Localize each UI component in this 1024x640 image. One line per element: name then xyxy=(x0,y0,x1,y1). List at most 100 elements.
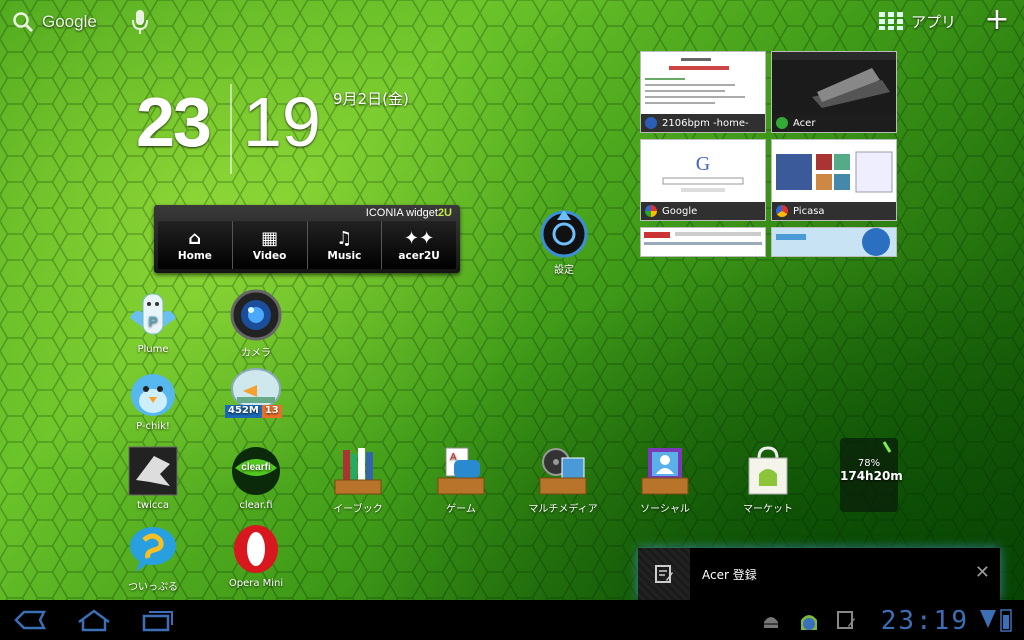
android-debug-icon[interactable] xyxy=(760,610,782,636)
globe-icon xyxy=(645,117,657,129)
settings-shortcut[interactable]: 設定 xyxy=(537,206,591,276)
browser-thumb-2106bpm[interactable]: 2106bpm -home- xyxy=(640,51,766,133)
browser-thumb-yahoo[interactable] xyxy=(640,227,766,257)
app-label: Plume xyxy=(137,344,169,355)
twicca-bird-icon xyxy=(128,446,178,496)
app-p-chik[interactable]: P-chik! xyxy=(113,365,193,432)
count-badge: 13 xyxy=(261,405,282,418)
app-label: イーブック xyxy=(333,504,383,515)
settings-icon xyxy=(540,210,588,258)
clearfi-icon: clearfi xyxy=(232,447,280,495)
notification-acer-registration[interactable]: Acer 登録 ✕ xyxy=(638,548,1000,600)
market-bag-icon xyxy=(748,446,788,495)
bluebird-icon xyxy=(131,374,175,416)
app-label: P-chik! xyxy=(136,421,170,432)
games-folder-icon: A xyxy=(437,447,485,495)
page-preview xyxy=(641,52,765,114)
google-search-button[interactable]: Google xyxy=(12,8,97,36)
app-twicca[interactable]: twicca xyxy=(113,444,193,511)
iconia-brand-prefix: ICONIA widget xyxy=(365,207,438,219)
thumb-title: Google xyxy=(662,205,698,217)
page-preview xyxy=(641,228,765,256)
app-label: ソーシャル xyxy=(640,504,690,515)
app-twipple[interactable]: ついっぷる xyxy=(113,522,193,593)
app-label: ついっぷる xyxy=(128,582,178,593)
iconia-video-label: Video xyxy=(252,250,287,262)
thumb-title: 2106bpm -home- xyxy=(662,117,749,129)
iconia-acer2u-label: acer2U xyxy=(398,250,440,262)
app-camera[interactable]: カメラ xyxy=(216,288,296,359)
clearfi-logo-text: clearfi xyxy=(241,462,271,473)
google-favicon-icon xyxy=(645,205,657,217)
wifi-signal-icon[interactable] xyxy=(980,610,996,634)
plume-p-glyph: P xyxy=(148,313,157,329)
clock-hour: 23 xyxy=(136,83,212,161)
picasa-favicon-icon xyxy=(776,205,788,217)
music-note-icon: ♫ xyxy=(336,228,353,249)
apps-label: アプリ xyxy=(910,12,956,31)
browser-thumb-picasa[interactable]: Picasa xyxy=(771,139,897,221)
camera-lens-icon xyxy=(230,289,282,341)
app-aquarium[interactable]: 452M 13 xyxy=(216,365,296,421)
home-icon: ⌂ xyxy=(188,228,202,249)
apps-button[interactable]: アプリ xyxy=(878,8,956,34)
iconia-music-button[interactable]: ♫ Music xyxy=(308,221,383,269)
battery-time: 174h20m xyxy=(840,469,903,483)
memory-badge: 452M xyxy=(225,405,262,418)
recent-apps-icon xyxy=(142,611,173,632)
app-plume[interactable]: P Plume xyxy=(113,288,193,355)
microphone-icon xyxy=(132,10,148,34)
page-preview: G xyxy=(641,140,765,202)
page-preview xyxy=(772,228,896,256)
browser-thumb-acer[interactable]: Acer xyxy=(771,51,897,133)
iconia-home-button[interactable]: ⌂ Home xyxy=(158,221,233,269)
notification-icon-area xyxy=(638,548,690,600)
film-icon: ▦ xyxy=(261,228,279,249)
battery-arc-icon xyxy=(882,441,892,453)
app-grid-icon xyxy=(878,12,903,30)
folder-multimedia[interactable]: マルチメディア xyxy=(523,444,603,515)
app-opera-mini[interactable]: Opera Mini xyxy=(216,522,296,589)
app-label: マーケット xyxy=(743,504,793,515)
browser-thumb-twitter[interactable] xyxy=(771,227,897,257)
folder-ebook[interactable]: イーブック xyxy=(318,444,398,515)
app-label: twicca xyxy=(136,500,169,511)
system-bar: 23:19 xyxy=(0,600,1024,640)
folder-games[interactable]: A ゲーム xyxy=(421,444,501,515)
iconia-acer2u-button[interactable]: ✦✦ acer2U xyxy=(382,221,456,269)
clock-date: 9月2日(金) xyxy=(333,90,409,108)
notification-clipboard-icon[interactable] xyxy=(836,610,856,634)
recent-apps-button[interactable] xyxy=(140,608,176,632)
browser-thumb-google[interactable]: G Google xyxy=(640,139,766,221)
clock-minute: 19 xyxy=(243,83,321,161)
app-market[interactable]: マーケット xyxy=(728,444,808,515)
thumb-title: Picasa xyxy=(793,205,825,217)
twipple-bubble-icon xyxy=(130,527,176,572)
settings-label: 設定 xyxy=(554,265,574,276)
plus-icon: + xyxy=(984,2,1010,37)
stars-icon: ✦✦ xyxy=(404,228,435,249)
system-clock[interactable]: 23:19 xyxy=(881,606,969,636)
iconia-music-label: Music xyxy=(327,250,362,262)
iconia-widget: ICONIA widget2U ⌂ Home ▦ Video ♫ Music ✦… xyxy=(154,205,460,273)
iconia-brand-suffix: 2U xyxy=(437,207,452,219)
home-button[interactable] xyxy=(76,608,112,632)
app-label: ゲーム xyxy=(446,504,476,515)
folder-social[interactable]: ソーシャル xyxy=(625,444,705,515)
battery-widget[interactable]: 78% 174h20m xyxy=(840,438,903,512)
app-clearfi[interactable]: clearfi clear.fi xyxy=(216,444,296,511)
clock-divider xyxy=(230,84,232,174)
google-logo-preview: G xyxy=(696,153,710,175)
page-preview xyxy=(772,52,896,114)
notification-text: Acer 登録 xyxy=(702,568,757,582)
close-icon[interactable]: ✕ xyxy=(975,562,990,583)
clipboard-icon xyxy=(655,565,673,583)
add-widget-button[interactable]: + xyxy=(984,5,1010,36)
android-market-update-icon[interactable] xyxy=(796,608,822,638)
battery-status-icon[interactable] xyxy=(1000,608,1012,636)
battery-percent: 78% xyxy=(857,458,881,469)
voice-search-button[interactable] xyxy=(130,8,150,36)
home-icon xyxy=(78,609,110,632)
back-button[interactable] xyxy=(12,608,48,632)
iconia-video-button[interactable]: ▦ Video xyxy=(233,221,308,269)
